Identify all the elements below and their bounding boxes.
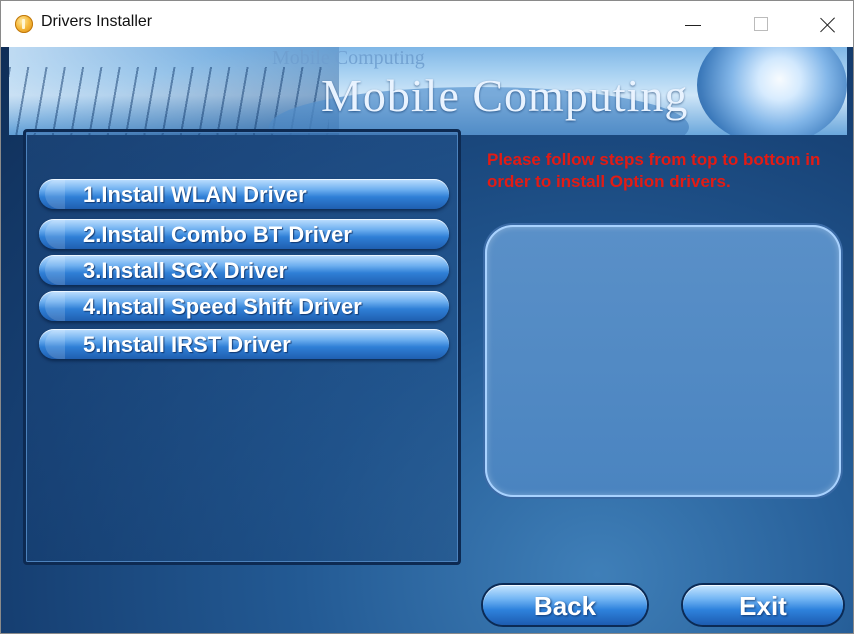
install-speed-shift-driver-button[interactable]: 4.Install Speed Shift Driver <box>39 291 449 321</box>
exit-button-label: Exit <box>739 591 787 621</box>
exit-button[interactable]: Exit <box>683 585 843 625</box>
button-label: 4.Install Speed Shift Driver <box>83 294 362 319</box>
button-label: 5.Install IRST Driver <box>83 332 291 357</box>
minimize-button[interactable] <box>669 1 715 47</box>
install-sgx-driver-button[interactable]: 3.Install SGX Driver <box>39 255 449 285</box>
instructions-text: Please follow steps from top to bottom i… <box>487 150 821 191</box>
install-wlan-driver-button[interactable]: 1.Install WLAN Driver <box>39 179 449 209</box>
globe-graphic <box>697 47 847 135</box>
install-irst-driver-button[interactable]: 5.Install IRST Driver <box>39 329 449 359</box>
installer-window: Drivers Installer Mobile Computing Mobil… <box>0 0 854 634</box>
maximize-button[interactable] <box>737 1 783 47</box>
button-label: 3.Install SGX Driver <box>83 258 288 283</box>
brand-banner: Mobile Computing Mobile Computing <box>9 47 847 135</box>
banner-watermark: Mobile Computing <box>272 47 425 69</box>
minimize-icon <box>685 25 701 26</box>
app-icon <box>15 15 33 33</box>
title-bar: Drivers Installer <box>1 1 853 47</box>
back-button-label: Back <box>533 591 597 621</box>
button-label: 2.Install Combo BT Driver <box>83 222 352 247</box>
driver-info-box <box>485 225 841 497</box>
banner-title: Mobile Computing <box>321 70 689 121</box>
button-label: 1.Install WLAN Driver <box>83 182 307 207</box>
window-title: Drivers Installer <box>41 13 153 30</box>
close-button[interactable] <box>805 1 851 47</box>
back-button[interactable]: Back <box>483 585 647 625</box>
maximize-icon <box>754 17 768 31</box>
install-combo-bt-driver-button[interactable]: 2.Install Combo BT Driver <box>39 219 449 249</box>
